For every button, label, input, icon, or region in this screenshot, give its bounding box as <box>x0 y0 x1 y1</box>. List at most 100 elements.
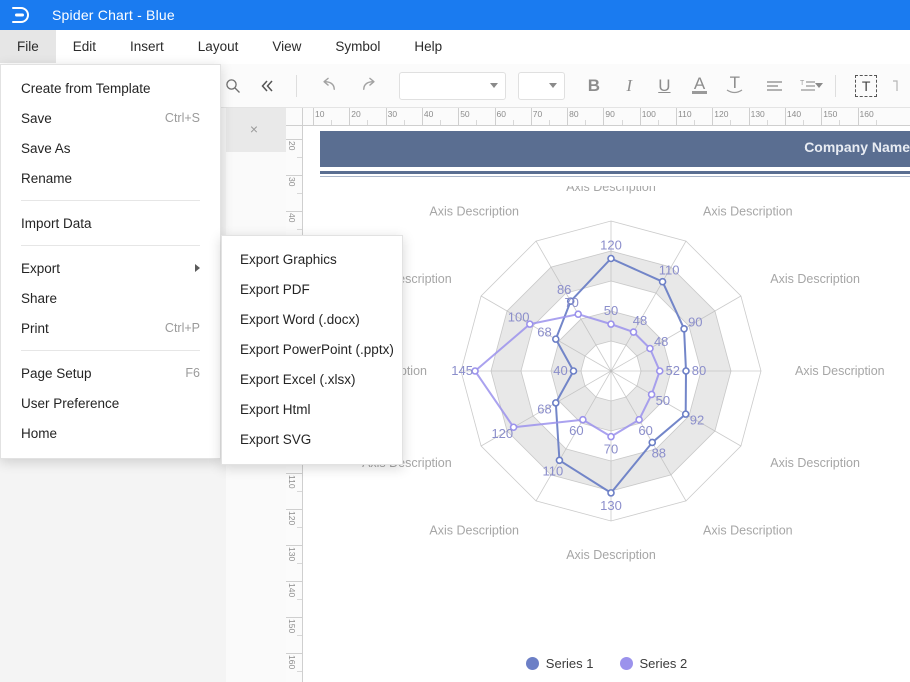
align-left-icon[interactable] <box>759 69 788 103</box>
series-2-point[interactable] <box>635 415 643 424</box>
export-menu-item-label: Export Graphics <box>240 251 337 267</box>
series-1-value-label: 80 <box>692 363 706 378</box>
file-menu-item-print[interactable]: Print Ctrl+P <box>1 313 220 343</box>
export-menu-item-export-pdf[interactable]: Export PDF <box>222 274 402 304</box>
chart-legend: Series 1 Series 2 <box>303 656 910 671</box>
legend-item-series-1[interactable]: Series 1 <box>525 656 594 671</box>
export-menu-item-export-graphics[interactable]: Export Graphics <box>222 244 402 274</box>
file-menu-item-share[interactable]: Share <box>1 283 220 313</box>
horizontal-ruler[interactable]: 10 20 30 40 50 60 70 80 90 100 110 120 130 140 150 160 <box>303 108 910 126</box>
series-2-value-label: 50 <box>604 303 618 318</box>
legend-label-series-1: Series 1 <box>545 656 594 671</box>
series-1-point[interactable] <box>682 367 690 375</box>
axis-description-label: Axis Description <box>770 272 860 286</box>
menu-edit[interactable]: Edit <box>56 30 113 63</box>
ruler-tick <box>286 509 302 510</box>
text-effect-button[interactable]: T <box>720 69 749 103</box>
series-1-value-label: 90 <box>688 314 702 329</box>
toolbar-divider <box>834 74 836 97</box>
series-2-value-label: 50 <box>656 393 670 408</box>
menu-symbol[interactable]: Symbol <box>318 30 397 63</box>
chevron-down-icon[interactable] <box>814 83 823 88</box>
text-box-button[interactable]: T <box>852 69 881 103</box>
close-icon[interactable]: × <box>246 121 262 137</box>
file-menu-item-label: Home <box>21 425 58 441</box>
menu-file[interactable]: File <box>0 30 56 63</box>
menu-layout[interactable]: Layout <box>181 30 256 63</box>
series-1-point[interactable] <box>658 277 667 286</box>
series-1-point[interactable] <box>681 410 690 418</box>
toolbar-divider <box>296 74 297 97</box>
export-menu-item-export-excel-xlsx[interactable]: Export Excel (.xlsx) <box>222 364 402 394</box>
font-size-select[interactable] <box>518 71 566 100</box>
file-menu-item-export[interactable]: Export <box>1 253 220 283</box>
toolbar-overflow-icon[interactable] <box>881 69 910 103</box>
file-menu-item-save[interactable]: Save Ctrl+S <box>1 103 220 133</box>
menu-help[interactable]: Help <box>397 30 459 63</box>
series-2-point[interactable] <box>607 432 615 441</box>
series-1-point[interactable] <box>551 399 560 407</box>
series-2-point[interactable] <box>646 344 654 353</box>
file-menu-item-label: Print <box>21 320 49 336</box>
underline-button[interactable]: U <box>650 69 679 103</box>
export-menu-item-label: Export Html <box>240 401 311 417</box>
file-menu-item-home[interactable]: Home <box>1 418 220 448</box>
series-1-point[interactable] <box>569 367 578 375</box>
export-menu-item-label: Export SVG <box>240 431 312 447</box>
series-1-point[interactable] <box>555 456 564 465</box>
file-menu-item-import-data[interactable]: Import Data <box>1 208 220 238</box>
file-menu-dropdown[interactable]: Create from Template Save Ctrl+S Save As Ren… <box>0 64 221 459</box>
series-2-point[interactable] <box>574 310 582 318</box>
file-menu-item-save-as[interactable]: Save As <box>1 133 220 163</box>
ruler-label: 110 <box>678 109 692 119</box>
axis-description-label: Axis Description <box>566 548 656 562</box>
menu-insert[interactable]: Insert <box>113 30 181 63</box>
export-submenu[interactable]: Export Graphics Export PDF Export Word (.d… <box>221 235 403 465</box>
text-box-label: T <box>855 74 878 97</box>
series-1-point[interactable] <box>680 325 688 333</box>
file-menu-item-page-setup[interactable]: Page Setup F6 <box>1 358 220 388</box>
file-menu-item-user-preference[interactable]: User Preference <box>1 388 220 418</box>
ruler-label: 150 <box>287 619 297 634</box>
export-menu-item-export-word-docx[interactable]: Export Word (.docx) <box>222 304 402 334</box>
series-2-value-label: 70 <box>604 442 618 457</box>
file-menu-item-create-from-template[interactable]: Create from Template <box>1 73 220 103</box>
toolbar-left-group <box>216 64 284 108</box>
series-2-point[interactable] <box>607 320 615 328</box>
series-2-value-label: 48 <box>633 313 647 328</box>
text-effect-label: T <box>729 73 740 92</box>
menu-view[interactable]: View <box>255 30 318 63</box>
series-1-value-label: 40 <box>553 363 567 378</box>
chevron-down-icon <box>549 83 558 88</box>
file-menu-item-label: User Preference <box>21 395 120 411</box>
bold-button[interactable]: B <box>579 69 608 103</box>
export-menu-item-export-powerpoint-pptx[interactable]: Export PowerPoint (.pptx) <box>222 334 402 364</box>
series-1-point[interactable] <box>648 438 657 447</box>
series-1-point[interactable] <box>607 254 615 263</box>
undo-icon[interactable] <box>315 69 344 103</box>
ruler-label: 160 <box>287 655 297 670</box>
series-2-point[interactable] <box>579 415 587 424</box>
export-menu-item-export-html[interactable]: Export Html <box>222 394 402 424</box>
font-family-select[interactable] <box>399 71 507 100</box>
series-2-point[interactable] <box>647 390 656 399</box>
series-1-point[interactable] <box>551 335 560 343</box>
italic-button[interactable]: I <box>615 69 644 103</box>
series-2-point[interactable] <box>629 328 638 336</box>
file-menu-item-shortcut: F6 <box>185 366 200 380</box>
company-banner[interactable]: Company Name <box>320 131 910 167</box>
file-menu-item-rename[interactable]: Rename <box>1 163 220 193</box>
series-2-point[interactable] <box>655 367 664 375</box>
font-color-button[interactable]: A <box>685 69 714 103</box>
double-chevron-left-icon[interactable] <box>250 69 284 103</box>
series-2-point[interactable] <box>471 367 479 375</box>
series-1-value-label: 92 <box>690 413 704 428</box>
export-menu-item-export-svg[interactable]: Export SVG <box>222 424 402 454</box>
ruler-label: 130 <box>750 109 765 119</box>
legend-item-series-2[interactable]: Series 2 <box>619 656 687 671</box>
export-menu-item-label: Export Excel (.xlsx) <box>240 371 356 387</box>
redo-icon[interactable] <box>354 69 383 103</box>
ruler-tick <box>286 653 302 654</box>
series-1-point[interactable] <box>607 489 615 497</box>
search-icon[interactable] <box>216 69 250 103</box>
